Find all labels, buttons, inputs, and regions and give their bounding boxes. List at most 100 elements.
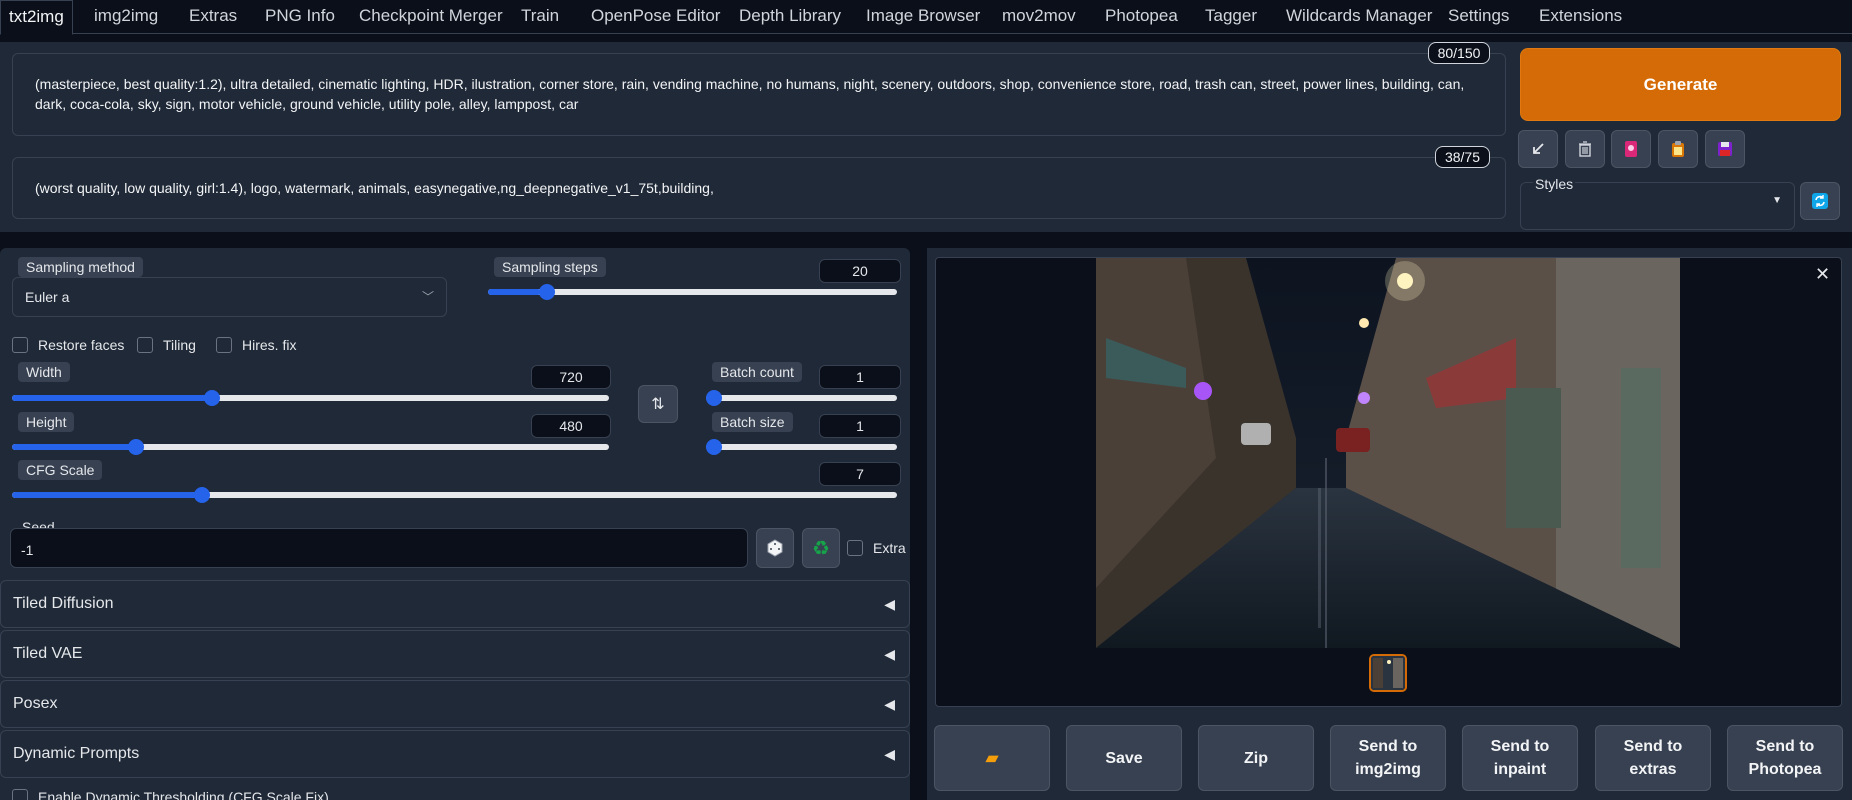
dice-icon	[767, 539, 783, 557]
clear-prompt-button[interactable]	[1565, 130, 1605, 168]
collapse-icon: ◀	[884, 646, 895, 662]
refresh-styles-button[interactable]	[1800, 182, 1840, 220]
paste-button[interactable]	[1518, 130, 1558, 168]
dynamic-thresholding-label: Enable Dynamic Thresholding (CFG Scale F…	[38, 789, 329, 800]
sampling-steps-slider[interactable]	[488, 284, 897, 300]
accordion-tiled-vae[interactable]: Tiled VAE ◀	[0, 630, 910, 678]
hires-fix-checkbox[interactable]: Hires. fix	[216, 337, 296, 353]
batch-count-label: Batch count	[712, 362, 802, 382]
tab-img2img[interactable]: img2img	[94, 0, 158, 34]
trash-icon	[1579, 141, 1591, 157]
reuse-seed-button[interactable]: ♻	[802, 528, 840, 568]
batch-size-input[interactable]: 1	[819, 414, 901, 438]
collapse-icon: ◀	[884, 746, 895, 762]
card-icon	[1625, 141, 1637, 157]
arrow-icon	[1533, 143, 1544, 154]
tab-depth-library[interactable]: Depth Library	[739, 0, 841, 34]
accordion-title: Tiled Diffusion	[13, 595, 114, 612]
dynamic-thresholding-checkbox[interactable]: Enable Dynamic Thresholding (CFG Scale F…	[12, 789, 329, 800]
chevron-down-icon: ﹀	[421, 290, 434, 304]
recycle-icon: ♻	[812, 537, 830, 560]
restore-faces-label: Restore faces	[38, 337, 125, 353]
negative-prompt-input[interactable]: (worst quality, low quality, girl:1.4), …	[12, 157, 1506, 219]
cfg-scale-label: CFG Scale	[18, 460, 103, 480]
close-icon[interactable]: ✕	[1815, 264, 1830, 285]
tab-wildcards-manager[interactable]: Wildcards Manager	[1286, 0, 1432, 34]
sampling-method-label: Sampling method	[18, 257, 143, 277]
swap-icon: ⇅	[651, 396, 665, 413]
tab-openpose-editor[interactable]: OpenPose Editor	[591, 0, 720, 34]
thumbnail-image	[1371, 656, 1405, 690]
width-input[interactable]: 720	[531, 365, 611, 389]
collapse-icon: ◀	[884, 696, 895, 712]
tab-tagger[interactable]: Tagger	[1205, 0, 1257, 34]
restore-faces-checkbox[interactable]: Restore faces	[12, 337, 124, 353]
refresh-icon	[1812, 193, 1828, 209]
tab-extensions[interactable]: Extensions	[1539, 0, 1622, 34]
accordion-tiled-diffusion[interactable]: Tiled Diffusion ◀	[0, 580, 910, 628]
extra-seed-checkbox[interactable]: Extra	[847, 540, 906, 556]
send-to-inpaint-button[interactable]: Send to inpaint	[1462, 725, 1578, 791]
open-folder-button[interactable]: ▰	[934, 725, 1050, 791]
cfg-scale-slider[interactable]	[12, 487, 897, 503]
tab-settings[interactable]: Settings	[1448, 0, 1509, 34]
show-extra-networks-button[interactable]	[1611, 130, 1651, 168]
street-night-image	[1096, 258, 1680, 648]
accordion-dynamic-prompts[interactable]: Dynamic Prompts ◀	[0, 730, 910, 778]
styles-label: Styles	[1533, 176, 1576, 192]
width-slider[interactable]	[12, 390, 609, 406]
collapse-icon: ◀	[884, 596, 895, 612]
tab-checkpoint-merger[interactable]: Checkpoint Merger	[359, 0, 503, 34]
sampling-steps-label: Sampling steps	[494, 257, 606, 277]
generate-button[interactable]: Generate	[1520, 48, 1841, 121]
extra-seed-label: Extra	[873, 540, 906, 556]
send-to-img2img-button[interactable]: Send to img2img	[1330, 725, 1446, 791]
accordion-title: Dynamic Prompts	[13, 745, 140, 762]
height-label: Height	[18, 412, 75, 432]
tab-png-info[interactable]: PNG Info	[265, 0, 335, 34]
swap-dimensions-button[interactable]: ⇅	[638, 385, 678, 423]
zip-button[interactable]: Zip	[1198, 725, 1314, 791]
batch-count-input[interactable]: 1	[819, 365, 901, 389]
random-seed-button[interactable]	[756, 528, 794, 568]
tiling-checkbox[interactable]: Tiling	[137, 337, 196, 353]
accordion-posex[interactable]: Posex ◀	[0, 680, 910, 728]
negative-prompt-token-counter: 38/75	[1435, 146, 1490, 168]
styles-dropdown[interactable]: Styles ▼	[1520, 176, 1795, 230]
accordion-title: Posex	[13, 695, 58, 712]
save-style-button[interactable]	[1705, 130, 1745, 168]
tab-mov2mov[interactable]: mov2mov	[1002, 0, 1076, 34]
read-clipboard-button[interactable]	[1658, 130, 1698, 168]
floppy-icon	[1718, 142, 1732, 156]
generated-image[interactable]	[1096, 258, 1680, 648]
batch-count-slider[interactable]	[706, 390, 897, 406]
accordion-title: Tiled VAE	[13, 645, 83, 662]
send-to-extras-button[interactable]: Send to extras	[1595, 725, 1711, 791]
hires-fix-label: Hires. fix	[242, 337, 297, 353]
clipboard-icon	[1672, 141, 1684, 157]
save-button[interactable]: Save	[1066, 725, 1182, 791]
height-input[interactable]: 480	[531, 414, 611, 438]
tiling-label: Tiling	[163, 337, 196, 353]
seed-input[interactable]: -1	[10, 528, 748, 568]
height-slider[interactable]	[12, 439, 609, 455]
prompt-token-counter: 80/150	[1428, 42, 1490, 64]
batch-size-label: Batch size	[712, 412, 793, 432]
tab-photopea[interactable]: Photopea	[1105, 0, 1178, 34]
width-label: Width	[18, 362, 70, 382]
seed-value: -1	[21, 542, 34, 558]
cfg-scale-input[interactable]: 7	[819, 462, 901, 486]
tab-extras[interactable]: Extras	[189, 0, 237, 34]
sampling-method-select[interactable]: Euler a ﹀	[12, 277, 447, 317]
send-to-photopea-button[interactable]: Send to Photopea	[1727, 725, 1843, 791]
chevron-down-icon: ▼	[1772, 195, 1782, 206]
tab-train[interactable]: Train	[521, 0, 559, 34]
gallery-thumbnail[interactable]	[1369, 654, 1407, 692]
batch-size-slider[interactable]	[706, 439, 897, 455]
folder-icon: ▰	[985, 749, 999, 767]
tab-image-browser[interactable]: Image Browser	[866, 0, 980, 34]
prompt-input[interactable]: (masterpiece, best quality:1.2), ultra d…	[12, 53, 1506, 136]
sampling-method-value: Euler a	[25, 289, 70, 305]
sampling-steps-input[interactable]: 20	[819, 259, 901, 283]
tab-txt2img[interactable]: txt2img	[0, 0, 73, 35]
